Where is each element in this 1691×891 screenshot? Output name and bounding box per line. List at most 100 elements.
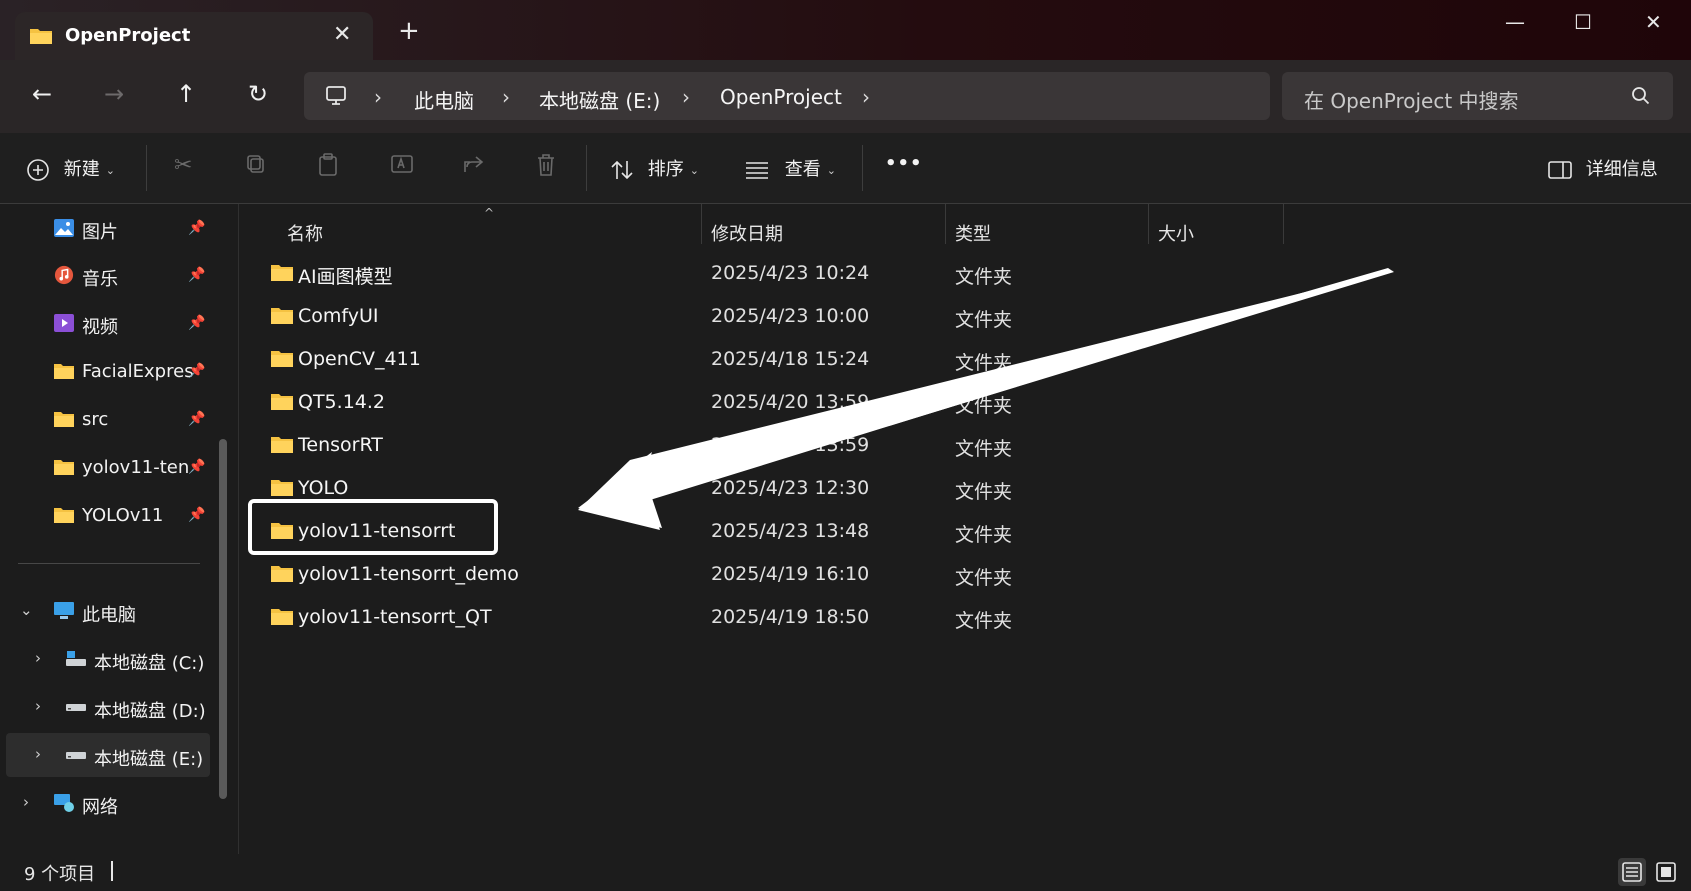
file-row[interactable]: yolov11-tensorrt_demo 2025/4/19 16:10 文件… — [239, 553, 1691, 595]
computer-icon[interactable] — [324, 84, 348, 112]
tab-close-icon[interactable]: ✕ — [333, 22, 351, 47]
tiles-view-icon — [1656, 862, 1676, 882]
sidebar-item-label: 此电脑 — [82, 605, 136, 626]
breadcrumb-separator[interactable]: › — [682, 85, 690, 109]
tab-openproject[interactable]: OpenProject ✕ — [15, 12, 373, 60]
copy-icon[interactable] — [245, 153, 267, 181]
sidebar-item-label: src — [82, 409, 109, 430]
share-icon[interactable] — [462, 153, 486, 181]
pin-icon[interactable]: 📌 — [188, 315, 205, 331]
computer-icon — [54, 602, 74, 619]
sidebar-divider — [18, 563, 200, 564]
sidebar-item-label: FacialExpres — [82, 361, 194, 382]
drive-icon — [66, 704, 86, 711]
breadcrumb-drive-e[interactable]: 本地磁盘 (E:) — [539, 85, 660, 114]
rename-icon[interactable] — [390, 153, 414, 181]
highlight-box — [248, 499, 498, 555]
folder-icon — [271, 480, 293, 496]
expand-chevron-icon[interactable]: › — [35, 649, 41, 667]
sidebar-item-yolov11[interactable]: YOLOv11 📌 — [0, 493, 218, 537]
sidebar-scrollbar[interactable] — [219, 439, 227, 799]
search-box[interactable]: 在 OpenProject 中搜索 — [1282, 72, 1673, 120]
details-view-icon — [1622, 862, 1642, 882]
new-button[interactable]: 新建 ⌄ — [26, 155, 115, 182]
annotation-arrow-icon — [578, 268, 1394, 530]
pin-icon[interactable]: 📌 — [188, 220, 205, 236]
toolbar-separator — [586, 145, 587, 191]
sidebar-item-label: 本地磁盘 (E:) — [94, 749, 204, 770]
address-bar[interactable]: › 此电脑 › 本地磁盘 (E:) › OpenProject › — [304, 72, 1270, 120]
breadcrumb-separator[interactable]: › — [502, 85, 510, 109]
breadcrumb-separator[interactable]: › — [862, 85, 870, 109]
sidebar-item-pictures[interactable]: 图片 📌 — [0, 206, 218, 250]
pin-icon[interactable]: 📌 — [188, 363, 205, 379]
plus-circle-icon — [27, 159, 49, 181]
sidebar-item-drive-d[interactable]: › 本地磁盘 (D:) — [0, 685, 218, 729]
sidebar-item-yolov11-ten[interactable]: yolov11-ten 📌 — [0, 445, 218, 489]
pin-icon[interactable]: 📌 — [188, 507, 205, 523]
column-header-name[interactable]: ^ 名称 — [239, 206, 701, 252]
delete-icon[interactable] — [535, 153, 557, 183]
expand-chevron-icon[interactable]: › — [35, 745, 41, 763]
search-input[interactable]: 在 OpenProject 中搜索 — [1304, 85, 1519, 114]
new-label: 新建 — [63, 159, 100, 180]
breadcrumb-this-pc[interactable]: 此电脑 — [414, 85, 474, 114]
sidebar-item-drive-e[interactable]: › 本地磁盘 (E:) — [6, 733, 210, 777]
up-button[interactable]: ↑ — [176, 80, 196, 108]
status-bar: 9 个项目 — [0, 854, 1691, 891]
cut-icon[interactable]: ✂ — [174, 153, 192, 178]
pin-icon[interactable]: 📌 — [188, 459, 205, 475]
file-name: YOLO — [298, 477, 349, 499]
maximize-button[interactable]: ☐ — [1574, 10, 1592, 34]
folder-icon — [29, 26, 53, 50]
sidebar-item-label: 音乐 — [82, 269, 118, 290]
details-view-button[interactable] — [1618, 858, 1646, 886]
breadcrumb-openproject[interactable]: OpenProject — [720, 85, 842, 109]
sidebar-item-drive-c[interactable]: › 本地磁盘 (C:) — [0, 637, 218, 681]
sidebar-item-this-pc[interactable]: ⌄ 此电脑 — [0, 589, 218, 633]
toolbar-separator — [146, 145, 147, 191]
column-header-date[interactable]: 修改日期 — [701, 212, 945, 252]
pictures-icon — [54, 219, 74, 237]
sidebar-item-facialexpres[interactable]: FacialExpres 📌 — [0, 349, 218, 393]
back-button[interactable]: ← — [32, 80, 52, 108]
folder-icon — [271, 566, 293, 582]
system-drive-icon — [66, 651, 86, 666]
column-header-type[interactable]: 类型 — [945, 212, 1149, 252]
file-row[interactable]: yolov11-tensorrt_QT 2025/4/19 18:50 文件夹 — [239, 596, 1691, 638]
collapse-chevron-icon[interactable]: ⌄ — [20, 601, 33, 619]
sort-ascending-icon: ^ — [484, 206, 495, 220]
column-header-size[interactable]: 大小 — [1148, 212, 1283, 252]
tiles-view-button[interactable] — [1652, 858, 1680, 886]
new-tab-button[interactable]: + — [398, 18, 420, 44]
sort-button[interactable]: 排序 ⌄ — [610, 155, 699, 181]
sidebar-item-label: 视频 — [82, 317, 118, 338]
sidebar-item-network[interactable]: › 网络 — [0, 781, 218, 825]
minimize-button[interactable]: — — [1505, 10, 1525, 34]
tab-title: OpenProject — [65, 25, 191, 46]
network-icon — [54, 794, 74, 812]
sidebar-item-src[interactable]: src 📌 — [0, 397, 218, 441]
music-icon — [54, 265, 74, 285]
paste-icon[interactable] — [317, 153, 339, 183]
file-type: 文件夹 — [955, 567, 1013, 589]
expand-chevron-icon[interactable]: › — [35, 697, 41, 715]
file-date: 2025/4/19 16:10 — [711, 563, 870, 585]
pin-icon[interactable]: 📌 — [188, 267, 205, 283]
pin-icon[interactable]: 📌 — [188, 411, 205, 427]
refresh-button[interactable]: ↻ — [248, 80, 268, 108]
file-type: 文件夹 — [955, 610, 1013, 632]
file-name: yolov11-tensorrt_demo — [298, 563, 519, 585]
close-window-button[interactable]: ✕ — [1645, 10, 1662, 34]
breadcrumb-separator[interactable]: › — [374, 85, 382, 109]
details-pane-button[interactable]: 详细信息 — [1548, 155, 1658, 181]
forward-button[interactable]: → — [104, 80, 124, 108]
column-separator[interactable] — [1283, 204, 1284, 244]
sidebar-item-music[interactable]: 音乐 📌 — [0, 253, 218, 297]
expand-chevron-icon[interactable]: › — [23, 793, 29, 811]
more-options-button[interactable]: ••• — [885, 153, 923, 174]
sidebar-item-label: 本地磁盘 (D:) — [94, 701, 206, 722]
view-button[interactable]: 查看 ⌄ — [745, 155, 836, 181]
folder-icon — [271, 351, 293, 367]
sidebar-item-videos[interactable]: 视频 📌 — [0, 301, 218, 345]
